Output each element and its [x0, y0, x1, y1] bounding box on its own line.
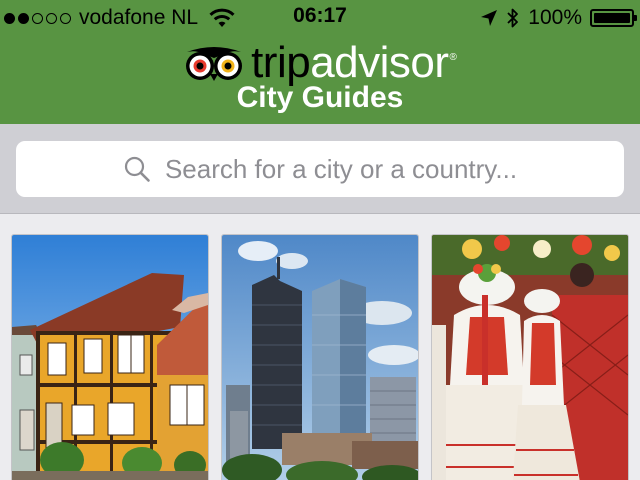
- app-root: vodafone NL 06:17 100% tripadvisor ® Cit…: [0, 0, 640, 480]
- header: vodafone NL 06:17 100% tripadvisor ® Cit…: [0, 0, 640, 124]
- city-photo-skyline: [222, 235, 418, 480]
- city-tile-skyline[interactable]: [221, 234, 419, 480]
- page-title: City Guides: [236, 81, 404, 114]
- search-area: Search for a city or a country...: [0, 124, 640, 214]
- registered-mark: ®: [449, 52, 457, 63]
- battery-icon: [590, 9, 637, 27]
- search-input[interactable]: Search for a city or a country...: [16, 141, 624, 197]
- status-bar: vodafone NL 06:17 100%: [0, 0, 640, 36]
- owl-logo-icon: [186, 47, 243, 81]
- location-arrow-icon: [481, 10, 498, 26]
- city-photo-houses: [12, 235, 208, 480]
- status-right: 100%: [480, 5, 637, 31]
- search-placeholder: Search for a city or a country...: [164, 153, 518, 184]
- bluetooth-icon: [507, 8, 519, 28]
- battery-percent: 100%: [528, 6, 582, 29]
- battery-nub: [634, 15, 637, 21]
- city-grid: [0, 214, 640, 480]
- city-tile-festival[interactable]: [431, 234, 629, 480]
- search-icon: [124, 156, 150, 182]
- battery-fill: [594, 13, 630, 23]
- city-tile-houses[interactable]: [11, 234, 209, 480]
- city-photo-festival: [432, 235, 628, 480]
